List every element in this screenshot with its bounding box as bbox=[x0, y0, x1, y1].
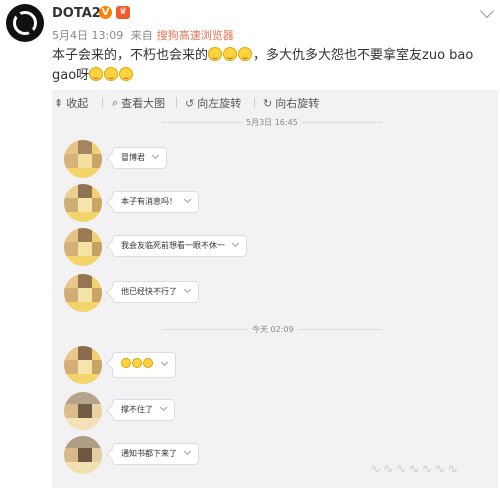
rotate-right-button[interactable]: ↻ 向右旋转 bbox=[263, 95, 319, 111]
emoji-icon bbox=[143, 358, 153, 368]
chat-message-text: 我会友临死前想看一眼不休一 bbox=[121, 241, 225, 250]
emoji-icon bbox=[104, 67, 119, 81]
chevron-down-icon[interactable] bbox=[231, 239, 240, 248]
emoji-icon bbox=[238, 47, 253, 61]
rotate-left-button[interactable]: ↺ 向左旋转 bbox=[185, 95, 241, 111]
account-name[interactable]: DOTA2 bbox=[52, 6, 101, 21]
avatar bbox=[64, 184, 102, 222]
rotate-right-icon: ↻ bbox=[263, 96, 273, 110]
image-viewer-panel: ⇞ 收起 ⌕ 查看大图 ↺ 向左旋转 ↻ 向右旋转 5月3日 16:45 冒博君 bbox=[52, 90, 498, 488]
chat-message-text: 通知书都下来了 bbox=[121, 449, 177, 458]
weibo-post-header: DOTA2 V ♛ 5月4日 13:09 来自 搜狗高速浏览器 本子会来的，不朽也… bbox=[0, 0, 500, 88]
chevron-down-icon[interactable] bbox=[183, 285, 192, 294]
divider bbox=[176, 97, 177, 108]
emoji-icon bbox=[89, 67, 104, 81]
image-toolbar: ⇞ 收起 ⌕ 查看大图 ↺ 向左旋转 ↻ 向右旋转 bbox=[52, 90, 498, 114]
chat-bubble[interactable]: 他已经快不行了 bbox=[112, 281, 199, 303]
chat-message-text: 他已经快不行了 bbox=[121, 287, 177, 296]
rotate-left-icon: ↺ bbox=[185, 96, 195, 110]
chat-bubble[interactable]: 撑不住了 bbox=[112, 399, 175, 421]
chat-message-text: 本子有消息吗！ bbox=[121, 197, 177, 206]
avatar bbox=[64, 140, 102, 178]
emoji-icon bbox=[223, 47, 238, 61]
collapse-icon: ⇞ bbox=[54, 96, 64, 110]
emoji-icon bbox=[208, 47, 223, 61]
post-meta: 5月4日 13:09 来自 搜狗高速浏览器 bbox=[52, 27, 238, 43]
emoji-icon bbox=[119, 67, 134, 81]
chat-bubble[interactable] bbox=[112, 352, 176, 378]
view-full-label: 查看大图 bbox=[121, 97, 166, 110]
source-prefix: 来自 bbox=[130, 29, 153, 42]
avatar bbox=[64, 228, 102, 266]
chevron-down-icon[interactable] bbox=[183, 447, 192, 456]
chevron-down-icon[interactable] bbox=[160, 358, 169, 367]
emoji-icon bbox=[121, 358, 131, 368]
collapse-button[interactable]: ⇞ 收起 bbox=[54, 95, 88, 111]
post-date[interactable]: 5月4日 13:09 bbox=[52, 29, 123, 42]
vip-crown-icon: ♛ bbox=[116, 6, 130, 19]
avatar bbox=[64, 346, 102, 384]
divider bbox=[254, 97, 255, 108]
avatar bbox=[64, 274, 102, 312]
post-source[interactable]: 搜狗高速浏览器 bbox=[157, 29, 234, 42]
chevron-down-icon[interactable] bbox=[159, 403, 168, 412]
avatar bbox=[64, 392, 102, 430]
dota2-avatar[interactable] bbox=[6, 4, 44, 42]
chat-bubble[interactable]: 本子有消息吗！ bbox=[112, 191, 199, 213]
emoji-icon bbox=[132, 358, 142, 368]
search-icon: ⌕ bbox=[112, 96, 119, 109]
collapse-label: 收起 bbox=[66, 97, 89, 110]
chat-message-text: 撑不住了 bbox=[121, 405, 153, 414]
chevron-down-icon[interactable] bbox=[183, 195, 192, 204]
chevron-down-icon[interactable] bbox=[151, 151, 160, 160]
chat-bubble[interactable]: 我会友临死前想看一眼不休一 bbox=[112, 235, 247, 257]
verified-badge-icon: V bbox=[99, 6, 112, 19]
watermark: ∿∿∿∿∿∿∿ bbox=[370, 462, 461, 477]
chat-bubble[interactable]: 通知书都下来了 bbox=[112, 443, 199, 465]
divider bbox=[102, 97, 103, 108]
avatar bbox=[64, 436, 102, 474]
chat-timestamp: 今天 02:09 bbox=[248, 324, 298, 335]
rotate-left-label: 向左旋转 bbox=[197, 97, 242, 110]
view-full-image-button[interactable]: ⌕ 查看大图 bbox=[112, 95, 165, 111]
rotate-right-label: 向右旋转 bbox=[275, 97, 320, 110]
chat-timestamp: 5月3日 16:45 bbox=[242, 117, 302, 128]
chat-bubble[interactable]: 冒博君 bbox=[112, 147, 167, 169]
post-text-part1: 本子会来的，不朽也会来的 bbox=[52, 48, 209, 63]
chevron-down-icon[interactable] bbox=[479, 3, 495, 19]
chat-message-text: 冒博君 bbox=[121, 153, 145, 162]
post-text: 本子会来的，不朽也会来的 ，多大仇多大怨也不要拿室友zuo bao gao呀 bbox=[52, 46, 496, 86]
